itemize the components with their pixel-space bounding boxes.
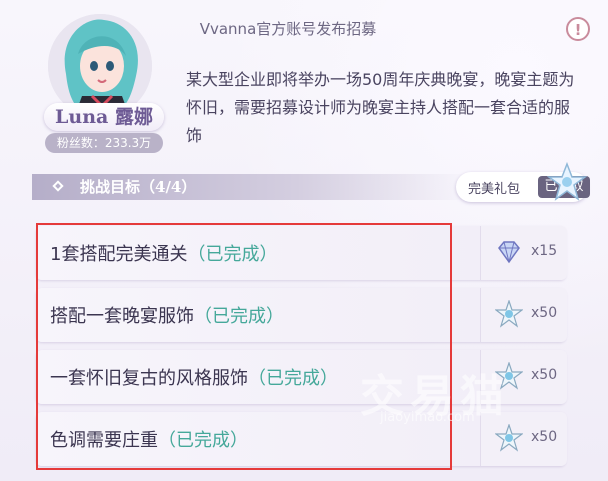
report-button[interactable]: ! [566,17,590,41]
task-row: 1套搭配完美通关（已完成） x15 [36,226,567,280]
challenge-title: 挑战目标（4/4） [80,178,197,196]
fans-count: 粉丝数：233.3万 [45,133,163,153]
task-status: （已完成） [248,368,338,389]
task-status: （已完成） [187,244,278,265]
reward-count: x50 [531,367,558,383]
page-title: Vvanna官方账号发布招募 [199,20,377,38]
task-status: （已完成） [158,430,248,451]
user-name: Luna 露娜 [44,103,164,131]
gift-star-icon [547,162,587,201]
task-label: 1套搭配完美通关（已完成） [50,244,278,265]
reward-count: x50 [531,305,558,321]
reward-count: x50 [531,429,558,445]
watermark-url: jiaoyimao.com [380,410,475,425]
task-status: （已完成） [194,306,284,327]
task-label: 一套怀旧复古的风格服饰（已完成） [50,368,338,389]
recruitment-description: 某大型企业即将举办一场50周年庆典晚宴，晚宴主题为怀旧，需要招募设计师为晚宴主持… [186,70,575,145]
star-crystal-icon [495,300,523,328]
task-label: 色调需要庄重（已完成） [50,430,248,451]
star-crystal-icon [495,424,523,452]
diamond-icon [498,241,520,264]
task-label: 搭配一套晚宴服饰（已完成） [50,306,284,327]
reward-box: x50 [480,288,567,342]
reward-box: x15 [480,226,567,280]
gift-pack-label: 完美礼包 [468,182,521,197]
reward-count: x15 [531,243,558,259]
task-row: 搭配一套晚宴服饰（已完成） x50 [36,288,567,342]
